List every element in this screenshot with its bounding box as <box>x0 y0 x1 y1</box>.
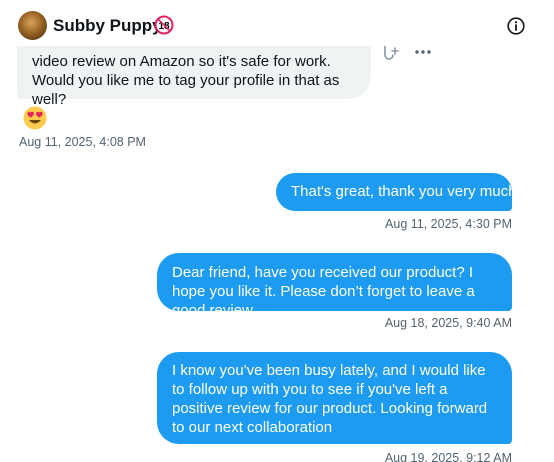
age-restricted-18-icon: 18 <box>154 15 174 35</box>
sent-message-bubble[interactable]: That's great, thank you very much <box>276 173 516 211</box>
info-icon[interactable] <box>506 16 526 36</box>
message-timestamp: Aug 19, 2025, 9:12 AM <box>384 451 512 462</box>
avatar[interactable] <box>18 11 47 40</box>
message-timestamp: Aug 18, 2025, 9:40 AM <box>384 316 512 330</box>
message-timestamp: Aug 11, 2025, 4:08 PM <box>19 135 146 149</box>
received-message-text: video review on Amazon so it's safe for … <box>32 53 340 108</box>
conversation-header: Subby Puppy 18 <box>0 0 554 46</box>
contact-name[interactable]: Subby Puppy <box>53 15 162 37</box>
dm-conversation: video review on Amazon so it's safe for … <box>0 0 554 462</box>
message-timestamp: Aug 11, 2025, 4:30 PM <box>385 217 512 231</box>
sent-message-bubble[interactable]: I know you've been busy lately, and I wo… <box>157 352 512 444</box>
sent-message-bubble[interactable]: Dear friend, have you received our produ… <box>157 253 512 319</box>
